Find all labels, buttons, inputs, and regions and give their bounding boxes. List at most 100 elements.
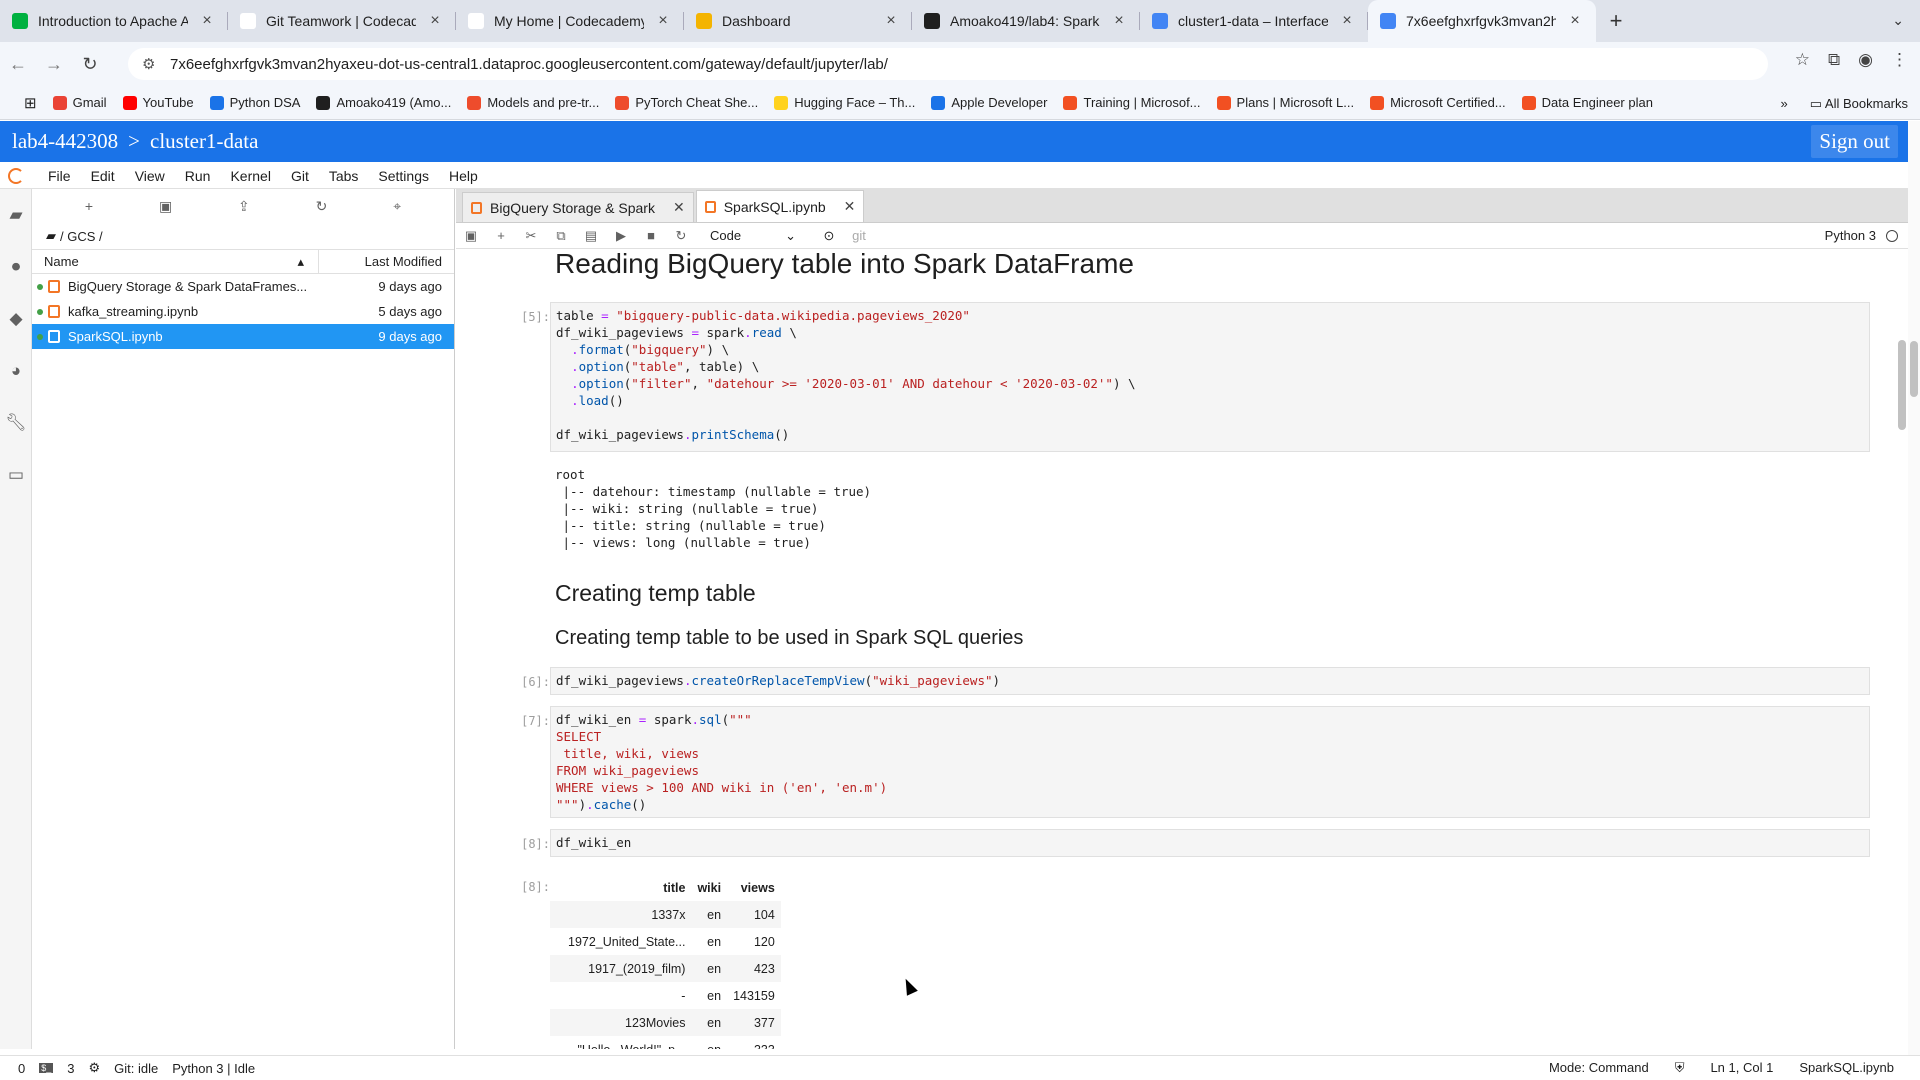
kernels-count[interactable]: 3 <box>67 1061 74 1076</box>
file-list-item[interactable]: BigQuery Storage & Spark DataFrames... 9 … <box>32 274 454 299</box>
restart-icon[interactable]: ↻ <box>666 228 696 244</box>
clock-icon[interactable]: ⊙ <box>814 228 844 244</box>
file-list-item[interactable]: kafka_streaming.ipynb 5 days ago <box>32 299 454 324</box>
code-cell-7[interactable]: df_wiki_en = spark.sql(""" SELECT title,… <box>550 706 1870 818</box>
new-launcher-icon[interactable]: + <box>85 198 93 214</box>
project-link[interactable]: lab4-442308 <box>0 129 118 154</box>
close-icon[interactable]: ✕ <box>844 198 856 215</box>
menu-item-tabs[interactable]: Tabs <box>319 168 369 184</box>
url-omnibox[interactable]: ⚙ 7x6eefghxrfgvk3mvan2hyaxeu-dot-us-cent… <box>128 48 1768 80</box>
extensions-icon[interactable]: ⧉ <box>1828 50 1840 70</box>
notebook-body[interactable]: Reading BigQuery table into Spark DataFr… <box>456 250 1908 1049</box>
bookmark-item[interactable]: YouTube <box>115 95 202 110</box>
tabs-icon[interactable]: ▭ <box>0 449 32 501</box>
menu-item-view[interactable]: View <box>125 168 175 184</box>
menu-item-file[interactable]: File <box>38 168 81 184</box>
kernel-name[interactable]: Python 3 <box>1825 228 1876 243</box>
menu-item-help[interactable]: Help <box>439 168 488 184</box>
code-cell-5[interactable]: table = "bigquery-public-data.wikipedia.… <box>550 302 1870 452</box>
insert-cell-icon[interactable]: + <box>486 228 516 243</box>
sign-out-button[interactable]: Sign out <box>1811 125 1898 158</box>
bookmark-item[interactable]: Amoako419 (Amo... <box>308 95 459 110</box>
modified-column-header[interactable]: Last Modified <box>319 250 454 273</box>
close-icon[interactable]: ✕ <box>673 199 685 216</box>
close-tab-icon[interactable]: × <box>1338 12 1356 30</box>
breadcrumb-path[interactable]: / GCS / <box>60 229 103 244</box>
menu-item-settings[interactable]: Settings <box>368 168 439 184</box>
terminals-count[interactable]: 0 <box>18 1061 25 1076</box>
git-clone-icon[interactable]: ⌖ <box>393 198 401 215</box>
cut-icon[interactable]: ✂ <box>516 228 546 244</box>
stop-icon[interactable]: ■ <box>636 228 666 243</box>
browser-tab[interactable]: My Home | Codecademy × <box>456 0 684 42</box>
save-icon[interactable]: ▣ <box>456 228 486 244</box>
bookmark-item[interactable]: Data Engineer plan <box>1514 95 1661 110</box>
folder-icon[interactable]: ▰ <box>0 189 32 241</box>
folder-icon[interactable]: ▰ <box>46 228 56 244</box>
close-tab-icon[interactable]: × <box>1566 12 1584 30</box>
bookmark-item[interactable]: Gmail <box>45 95 115 110</box>
browser-tab[interactable]: cluster1-data – Interfaces – C × <box>1140 0 1368 42</box>
close-tab-icon[interactable]: × <box>654 12 672 30</box>
file-list-item[interactable]: SparkSQL.ipynb 9 days ago <box>32 324 454 349</box>
new-tab-button[interactable]: + <box>1596 0 1636 42</box>
upload-icon[interactable]: ⇪ <box>238 198 250 215</box>
git-status[interactable]: Git: idle <box>114 1061 158 1076</box>
paste-icon[interactable]: ▤ <box>576 228 606 244</box>
profile-avatar[interactable]: ◉ <box>1858 50 1873 70</box>
close-tab-icon[interactable]: × <box>426 12 444 30</box>
back-icon[interactable]: ← <box>0 54 36 75</box>
browser-tab[interactable]: Git Teamwork | Codecademy × <box>228 0 456 42</box>
menu-item-kernel[interactable]: Kernel <box>220 168 280 184</box>
close-tab-icon[interactable]: × <box>1110 12 1128 30</box>
menu-item-run[interactable]: Run <box>175 168 221 184</box>
running-kernels-icon[interactable]: ⏺ <box>0 241 32 293</box>
git-toolbar-label[interactable]: git <box>844 228 874 243</box>
close-tab-icon[interactable]: × <box>882 12 900 30</box>
name-column-header[interactable]: Name ▴ <box>32 250 319 273</box>
close-tab-icon[interactable]: × <box>198 12 216 30</box>
apps-grid-icon[interactable]: ⊞ <box>16 94 45 112</box>
forward-icon[interactable]: → <box>36 54 72 75</box>
more-bookmarks-icon[interactable]: » <box>1781 96 1788 112</box>
cell-type-select[interactable]: Code ⌄ <box>710 228 796 244</box>
browser-tab[interactable]: Amoako419/lab4: Spark with × <box>912 0 1140 42</box>
code-cell-8[interactable]: df_wiki_en <box>550 829 1870 857</box>
site-info-icon[interactable]: ⚙ <box>142 55 158 73</box>
browser-menu-icon[interactable]: ⋮ <box>1891 50 1908 70</box>
browser-tab[interactable]: 7x6eefghxrfgvk3mvan2hyaxe × <box>1368 0 1596 42</box>
tab-bigquery[interactable]: BigQuery Storage & Spark ✕ <box>462 192 694 222</box>
bookmark-item[interactable]: Apple Developer <box>923 95 1055 110</box>
cluster-link[interactable]: cluster1-data <box>140 129 258 154</box>
tab-search-chevron-icon[interactable]: ⌄ <box>1892 12 1904 29</box>
menu-item-edit[interactable]: Edit <box>81 168 125 184</box>
page-scrollbar-thumb[interactable] <box>1910 341 1918 397</box>
refresh-icon[interactable]: ↻ <box>316 198 328 215</box>
trusted-shield-icon[interactable]: ⛨ <box>1675 1060 1685 1076</box>
code-cell-6[interactable]: df_wiki_pageviews.createOrReplaceTempVie… <box>550 667 1870 695</box>
all-bookmarks-folder[interactable]: ▭ All Bookmarks <box>1810 96 1908 112</box>
wrench-icon[interactable]: 🔧︎ <box>0 397 32 449</box>
palette-icon[interactable]: ◕ <box>0 345 32 397</box>
new-folder-icon[interactable]: ▣ <box>159 198 172 215</box>
notebook-scrollbar[interactable] <box>1898 340 1906 430</box>
bookmark-item[interactable]: PyTorch Cheat She... <box>607 95 766 110</box>
page-scrollbar[interactable] <box>1908 121 1920 1055</box>
kernel-status[interactable]: Python 3 | Idle <box>172 1061 255 1076</box>
bookmark-item[interactable]: Hugging Face – Th... <box>766 95 923 110</box>
bookmark-item[interactable]: Plans | Microsoft L... <box>1209 95 1363 110</box>
bookmark-star-icon[interactable]: ☆ <box>1795 50 1810 70</box>
bookmark-item[interactable]: Python DSA <box>202 95 309 110</box>
reload-icon[interactable]: ↻ <box>72 54 108 75</box>
run-icon[interactable]: ▶ <box>606 228 636 244</box>
menu-item-git[interactable]: Git <box>281 168 319 184</box>
cursor-position[interactable]: Ln 1, Col 1 <box>1710 1060 1773 1076</box>
bookmark-item[interactable]: Training | Microsof... <box>1055 95 1208 110</box>
browser-tab[interactable]: Dashboard × <box>684 0 912 42</box>
browser-tab[interactable]: Introduction to Apache Airflo × <box>0 0 228 42</box>
git-icon[interactable]: ◆ <box>0 293 32 345</box>
bookmark-item[interactable]: Models and pre-tr... <box>459 95 607 110</box>
copy-icon[interactable]: ⧉ <box>546 228 576 244</box>
bookmark-item[interactable]: Microsoft Certified... <box>1362 95 1514 110</box>
tab-sparksql[interactable]: SparkSQL.ipynb ✕ <box>695 190 865 222</box>
